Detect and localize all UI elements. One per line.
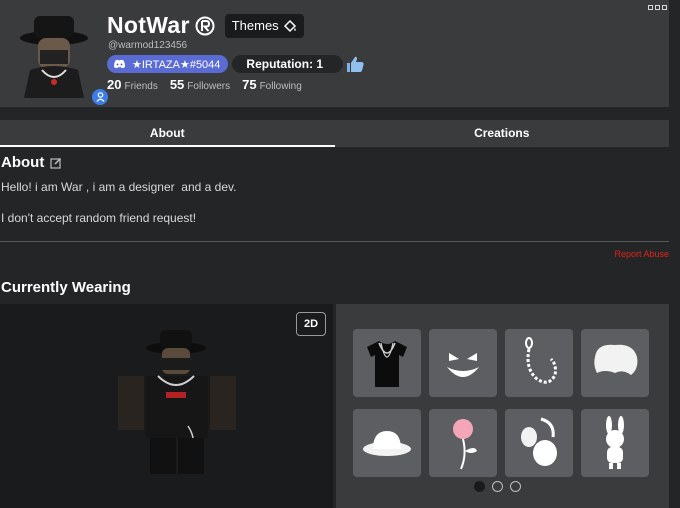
more-options-icon[interactable] [648, 5, 667, 10]
premium-icon [195, 16, 215, 35]
following-count: 75 [242, 77, 257, 92]
wearing-item-chain[interactable] [505, 329, 573, 397]
avatar[interactable] [14, 12, 110, 107]
wearing-item-rose[interactable] [429, 409, 497, 477]
friends-stat[interactable]: 20 Friends [107, 77, 158, 92]
tab-about[interactable]: About [0, 120, 335, 147]
followers-stat[interactable]: 55 Followers [170, 77, 230, 92]
profile-stats: 20 Friends 55 Followers 75 Following [107, 77, 302, 92]
view-2d-toggle-button[interactable]: 2D [296, 312, 326, 336]
wearing-item-bunny[interactable] [581, 409, 649, 477]
about-heading-row: About [1, 154, 62, 171]
edit-icon[interactable] [50, 157, 62, 169]
wearing-item-hat[interactable] [353, 409, 421, 477]
chain-icon [525, 337, 557, 384]
following-label: Following [259, 81, 302, 92]
wearing-item-face[interactable] [429, 329, 497, 397]
reputation-badge: Reputation: 1 [232, 55, 344, 73]
friends-count: 20 [107, 77, 122, 92]
hat-icon [363, 431, 411, 456]
bio-line-1: Hello! i am War , i am a designer and a … [1, 180, 237, 194]
page-dot-3[interactable] [510, 481, 521, 492]
report-abuse-link[interactable]: Report Abuse [614, 249, 669, 259]
profile-tabs: About Creations [0, 120, 669, 147]
bio-line-2: I don't accept random friend request! [1, 211, 197, 225]
reputation-text: Reputation: 1 [246, 57, 324, 71]
page-dot-2[interactable] [492, 481, 503, 492]
page-dot-1[interactable] [474, 481, 485, 492]
followers-label: Followers [187, 81, 231, 92]
headphones-icon [521, 417, 557, 466]
themes-label: Themes [231, 18, 279, 33]
following-stat[interactable]: 75 Following [242, 77, 302, 92]
wearing-item-hair[interactable] [581, 329, 649, 397]
rose-icon [453, 419, 477, 470]
discord-badge[interactable]: ★IRTAZA★#5044 [107, 55, 229, 73]
face-icon [447, 353, 479, 377]
hair-icon [594, 344, 638, 375]
discord-icon [114, 59, 125, 69]
display-name: NotWar [107, 12, 190, 38]
profile-header: NotWar Themes @warmod123456 ★IRTAZA★#504… [0, 0, 669, 107]
tshirt-icon [367, 341, 407, 387]
wearing-item-headphones[interactable] [505, 409, 573, 477]
discord-tag: ★IRTAZA★#5044 [132, 58, 221, 71]
tab-creations[interactable]: Creations [335, 120, 670, 147]
about-heading: About [1, 154, 45, 171]
currently-wearing-heading: Currently Wearing [1, 279, 131, 296]
bunny-icon [606, 416, 624, 469]
thumbs-up-icon[interactable] [345, 55, 365, 73]
username: @warmod123456 [108, 40, 188, 51]
avatar-figure [118, 330, 236, 474]
divider [0, 241, 669, 242]
followers-count: 55 [169, 77, 185, 92]
wearing-item-tshirt[interactable] [353, 329, 421, 397]
friends-label: Friends [124, 81, 158, 92]
paint-bucket-icon [283, 19, 296, 32]
wearing-pager [474, 481, 521, 492]
themes-button[interactable]: Themes [224, 13, 304, 38]
